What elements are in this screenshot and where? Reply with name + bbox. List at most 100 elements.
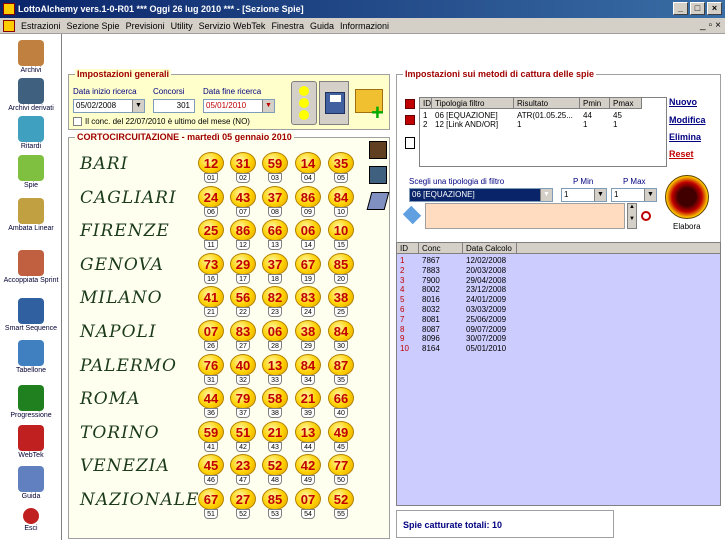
- number-bulb[interactable]: 84 30: [328, 320, 354, 351]
- number-bulb[interactable]: 29 17: [230, 252, 256, 284]
- number-bulb[interactable]: 66 40: [328, 387, 354, 419]
- number-bulb[interactable]: 67 51: [198, 488, 224, 519]
- save-button[interactable]: [319, 81, 349, 125]
- menu-informazioni[interactable]: Informazioni: [337, 21, 392, 31]
- pmin-select[interactable]: 1 ▼: [561, 188, 607, 202]
- number-bulb[interactable]: 06 28: [262, 320, 288, 351]
- results-grid[interactable]: ID Conc Data Calcolo 1 7867 12/02/2008 2 7883 20…: [396, 242, 721, 506]
- number-bulb[interactable]: 38 25: [328, 286, 354, 318]
- number-bulb[interactable]: 07 54: [295, 488, 321, 519]
- number-bulb[interactable]: 49 45: [328, 420, 354, 452]
- sidebar-item-5[interactable]: Accoppiata Sprint: [0, 250, 62, 284]
- sidebar-item-11[interactable]: Esci: [0, 508, 62, 532]
- number-bulb[interactable]: 51 42: [230, 420, 256, 452]
- end-date-field[interactable]: 05/01/2010 ▼: [203, 99, 275, 113]
- number-bulb[interactable]: 35 05: [328, 152, 354, 183]
- number-bulb[interactable]: 06 14: [295, 219, 321, 251]
- number-bulb[interactable]: 43 07: [230, 185, 256, 217]
- number-bulb[interactable]: 56 22: [230, 286, 256, 318]
- results-column-header[interactable]: ID: [397, 243, 419, 254]
- number-bulb[interactable]: 73 16: [198, 252, 224, 284]
- eraser-icon[interactable]: [366, 192, 390, 210]
- number-bulb[interactable]: 84 34: [295, 353, 321, 385]
- sidebar-item-6[interactable]: Smart Sequence: [0, 298, 62, 332]
- mdi-child-icon[interactable]: [3, 20, 15, 32]
- sidebar-item-2[interactable]: Ritardi: [0, 116, 62, 150]
- methods-column-header[interactable]: ID: [420, 98, 432, 109]
- number-bulb[interactable]: 87 35: [328, 353, 354, 385]
- methods-column-header[interactable]: Pmax: [610, 98, 642, 109]
- number-bulb[interactable]: 83 27: [230, 320, 256, 351]
- number-bulb[interactable]: 13 44: [295, 420, 321, 452]
- number-bulb[interactable]: 86 09: [295, 185, 321, 217]
- move-down-icon[interactable]: [405, 115, 415, 125]
- nuovo-link[interactable]: Nuovo: [669, 97, 697, 107]
- menu-finestra[interactable]: Finestra: [268, 21, 307, 31]
- number-bulb[interactable]: 85 53: [262, 488, 288, 519]
- number-bulb[interactable]: 42 49: [295, 454, 321, 486]
- number-bulb[interactable]: 14 04: [295, 152, 321, 183]
- number-bulb[interactable]: 76 31: [198, 353, 224, 385]
- results-column-header[interactable]: Conc: [419, 243, 463, 254]
- number-bulb[interactable]: 07 26: [198, 320, 224, 351]
- chart-icon[interactable]: [369, 141, 387, 159]
- methods-column-header[interactable]: Pmin: [580, 98, 610, 109]
- layers-icon[interactable]: [369, 166, 387, 184]
- diamond-icon[interactable]: [402, 205, 422, 225]
- methods-grid[interactable]: ID Tipologia filtro Risultato Pmin Pmax 1 06 […: [419, 97, 667, 167]
- number-bulb[interactable]: 59 41: [198, 420, 224, 452]
- sidebar-item-1[interactable]: Archivi derivati: [0, 78, 62, 112]
- number-bulb[interactable]: 77 50: [328, 454, 354, 486]
- number-bulb[interactable]: 79 37: [230, 387, 256, 419]
- sidebar-item-8[interactable]: Progressione: [0, 385, 62, 419]
- chevron-down-icon[interactable]: ▼: [262, 100, 274, 112]
- number-bulb[interactable]: 52 48: [262, 454, 288, 486]
- number-bulb[interactable]: 13 33: [262, 353, 288, 385]
- number-bulb[interactable]: 12 01: [198, 152, 224, 183]
- menu-previsioni[interactable]: Previsioni: [123, 21, 168, 31]
- chevron-down-icon[interactable]: ▼: [644, 189, 656, 201]
- number-bulb[interactable]: 38 29: [295, 320, 321, 351]
- sidebar-item-3[interactable]: Spie: [0, 155, 62, 189]
- sidebar-item-10[interactable]: Guida: [0, 466, 62, 500]
- number-bulb[interactable]: 41 21: [198, 286, 224, 318]
- number-bulb[interactable]: 52 55: [328, 488, 354, 519]
- number-bulb[interactable]: 27 52: [230, 488, 256, 519]
- menu-utility[interactable]: Utility: [168, 21, 196, 31]
- elimina-link[interactable]: Elimina: [669, 132, 701, 142]
- number-bulb[interactable]: 44 36: [198, 387, 224, 419]
- number-bulb[interactable]: 83 24: [295, 286, 321, 318]
- modifica-link[interactable]: Modifica: [669, 115, 706, 125]
- number-bulb[interactable]: 85 20: [328, 252, 354, 284]
- maximize-button[interactable]: □: [690, 2, 705, 15]
- cancel-icon[interactable]: [641, 211, 651, 221]
- pmax-select[interactable]: 1 ▼: [611, 188, 657, 202]
- formula-field[interactable]: [425, 203, 625, 229]
- menu-sezione-spie[interactable]: Sezione Spie: [64, 21, 123, 31]
- last-of-month-checkbox[interactable]: [73, 117, 82, 126]
- close-button[interactable]: ×: [707, 2, 722, 15]
- minimize-button[interactable]: _: [673, 2, 688, 15]
- number-bulb[interactable]: 24 06: [198, 185, 224, 217]
- number-bulb[interactable]: 37 08: [262, 185, 288, 217]
- menu-servizio-webtek[interactable]: Servizio WebTek: [196, 21, 269, 31]
- number-bulb[interactable]: 21 43: [262, 420, 288, 452]
- number-bulb[interactable]: 10 15: [328, 219, 354, 251]
- reset-link[interactable]: Reset: [669, 149, 694, 159]
- chevron-down-icon[interactable]: ▼: [540, 189, 552, 201]
- start-date-field[interactable]: 05/02/2008 ▼: [73, 99, 145, 113]
- menu-estrazioni[interactable]: Estrazioni: [18, 21, 64, 31]
- sidebar-item-4[interactable]: Ambata Linear: [0, 198, 62, 232]
- chevron-down-icon[interactable]: ▼: [132, 100, 144, 112]
- number-bulb[interactable]: 66 13: [262, 219, 288, 251]
- sidebar-item-0[interactable]: Archivi: [0, 40, 62, 74]
- menu-guida[interactable]: Guida: [307, 21, 337, 31]
- number-bulb[interactable]: 40 32: [230, 353, 256, 385]
- sidebar-item-7[interactable]: Tabellone: [0, 340, 62, 374]
- number-bulb[interactable]: 86 12: [230, 219, 256, 251]
- number-bulb[interactable]: 67 19: [295, 252, 321, 284]
- formula-scrollbar[interactable]: ▲ ▼: [627, 203, 637, 229]
- number-bulb[interactable]: 84 10: [328, 185, 354, 217]
- methods-column-header[interactable]: Risultato: [514, 98, 580, 109]
- filter-select[interactable]: 06 [EQUAZIONE] ▼: [409, 188, 553, 202]
